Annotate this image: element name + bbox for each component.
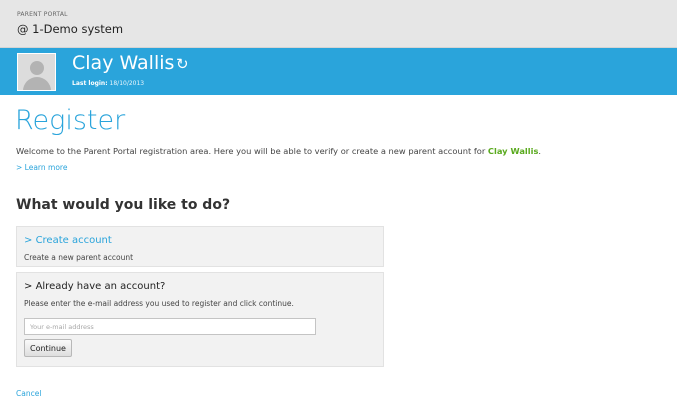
create-account-panel: > Create account Create a new parent acc… [16,226,384,267]
email-input[interactable] [24,318,316,335]
existing-account-title: Already have an account? [35,281,166,292]
last-login-date: 18/10/2013 [109,80,145,87]
existing-account-prefix: > [24,281,36,292]
section-title: What would you like to do? [16,197,231,213]
create-account-description: Create a new parent account [24,253,134,262]
last-login-label: Last login: [72,80,108,87]
learn-more-link[interactable]: > Learn more [16,163,67,172]
avatar-head-shape [30,61,44,75]
create-account-heading: Create account [35,235,112,246]
avatar [17,53,56,91]
existing-account-description: Please enter the e-mail address you used… [24,299,294,308]
existing-account-panel: > Already have an account? Please enter … [16,272,384,367]
existing-account-heading: > Already have an account? [24,281,165,292]
last-login: Last login: 18/10/2013 [72,80,144,87]
intro-text-end: . [538,146,542,156]
intro-text: Welcome to the Parent Portal registratio… [16,146,671,156]
portal-label: PARENT PORTAL [17,11,68,18]
refresh-icon[interactable]: ↻ [176,57,189,72]
portal-header: PARENT PORTAL @ 1-Demo system [0,0,677,48]
user-bar: Clay Wallis ↻ Last login: 18/10/2013 [0,48,677,95]
continue-button[interactable]: Continue [24,339,72,357]
page-title: Register [15,105,126,136]
create-account-prefix: > [24,235,36,246]
create-account-link[interactable]: > Create account [24,235,112,246]
user-name: Clay Wallis [72,52,175,74]
child-name: Clay Wallis [487,146,539,156]
avatar-shoulders-shape [23,77,51,90]
intro-text-body: Welcome to the Parent Portal registratio… [16,146,486,156]
cancel-link[interactable]: Cancel [16,389,41,398]
system-name: @ 1-Demo system [17,22,124,36]
